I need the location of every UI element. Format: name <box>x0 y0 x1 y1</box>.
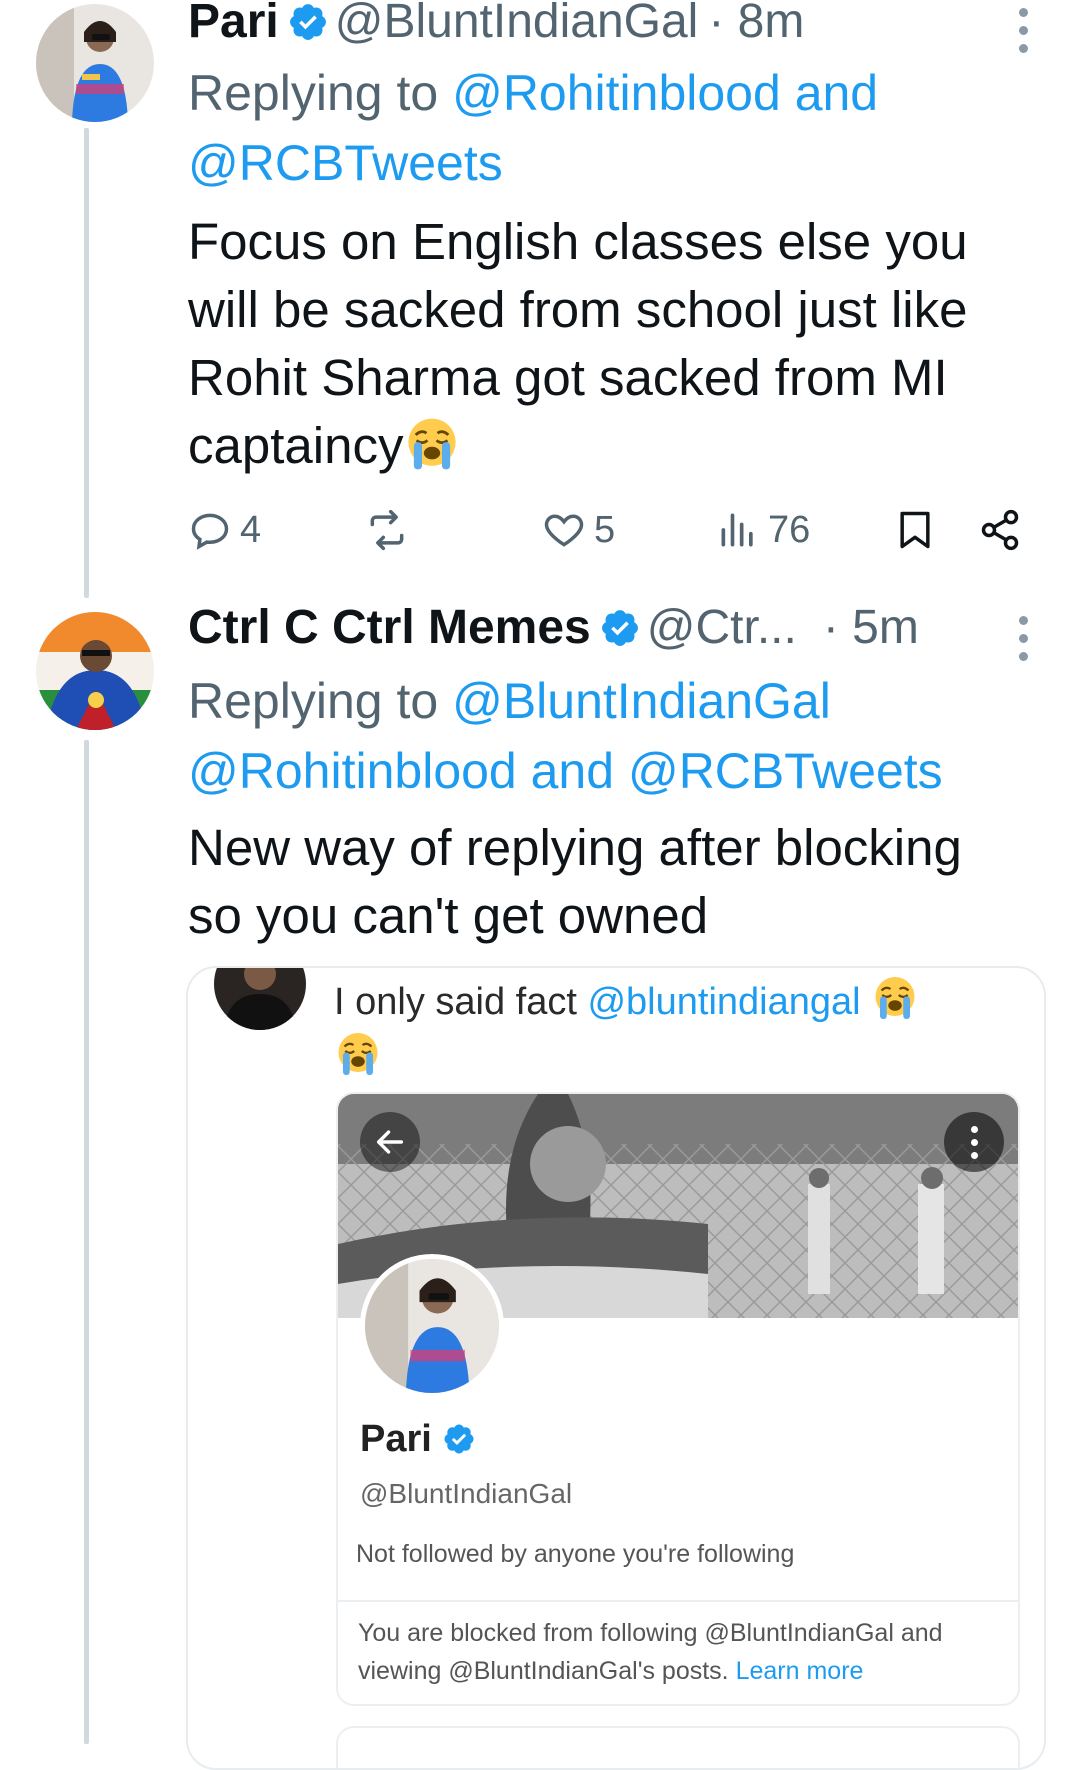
reply-button[interactable]: 4 <box>188 500 261 560</box>
replying-to: Replying to @BluntIndianGal <box>188 673 831 729</box>
avatar[interactable] <box>36 612 154 730</box>
verified-badge-icon <box>601 610 638 646</box>
verified-badge-icon <box>289 4 326 40</box>
loudly-crying-face-emoji <box>874 975 916 1021</box>
tweet-text: Focus on English classes else you will b… <box>188 213 968 474</box>
learn-more-link[interactable]: Learn more <box>736 1657 864 1685</box>
view-count: 76 <box>768 508 811 551</box>
timestamp[interactable]: · 8m <box>708 0 804 48</box>
blocked-profile-card: Pari @BluntIndianGal Not followed by any… <box>336 1092 1020 1706</box>
mention-link[interactable]: @bluntindiangal <box>587 981 860 1023</box>
tweet-text: New way of replying after blocking so yo… <box>188 819 962 944</box>
profile-name: Pari <box>360 1418 476 1461</box>
back-arrow-icon[interactable] <box>360 1112 420 1172</box>
verified-badge-icon <box>444 1424 474 1454</box>
like-button[interactable]: 5 <box>542 500 615 560</box>
quoted-text: I only said fact @bluntindiangal <box>334 974 1014 1086</box>
display-name[interactable]: Pari <box>188 0 279 48</box>
repost-button[interactable] <box>365 500 409 560</box>
reply-count: 4 <box>240 508 262 551</box>
display-name[interactable]: Ctrl C Ctrl Memes <box>188 601 591 654</box>
share-button[interactable] <box>978 500 1022 560</box>
next-card <box>336 1726 1020 1768</box>
blocked-notice: You are blocked from following @BluntInd… <box>358 1619 943 1685</box>
more-options-icon[interactable] <box>1008 8 1038 53</box>
bookmark-icon <box>900 511 930 549</box>
tweet-header: Ctrl C Ctrl Memes @Ctr... · 5m <box>188 600 919 656</box>
like-count: 5 <box>594 508 616 551</box>
more-options-icon[interactable] <box>944 1112 1004 1172</box>
mention-link[interactable]: @BluntIndianGal <box>452 673 831 729</box>
bookmark-button[interactable] <box>893 500 937 560</box>
reply-icon <box>191 513 229 550</box>
replying-to-continued: @RCBTweets <box>188 128 503 198</box>
heart-icon <box>544 514 584 547</box>
avatar[interactable] <box>36 4 154 122</box>
share-icon <box>981 509 1019 551</box>
views-button[interactable]: 76 <box>716 500 810 560</box>
mention-link[interactable]: @RCBTweets <box>188 135 503 191</box>
handle[interactable]: @Ctr... <box>647 601 797 654</box>
divider <box>338 1600 1018 1602</box>
more-options-icon[interactable] <box>1008 616 1038 661</box>
handle[interactable]: @BluntIndianGal <box>335 0 699 48</box>
profile-avatar <box>360 1254 504 1398</box>
tweet-header: Pari @BluntIndianGal · 8m <box>188 0 804 50</box>
embedded-screenshot[interactable]: I only said fact @bluntindiangal Pari @B… <box>186 966 1046 1770</box>
repost-icon <box>370 509 404 551</box>
avatar <box>214 968 306 1030</box>
thread-line <box>84 740 89 1744</box>
loudly-crying-face-emoji <box>337 1031 379 1077</box>
profile-handle: @BluntIndianGal <box>360 1478 573 1509</box>
replying-to: Replying to @Rohitinblood and <box>188 65 879 121</box>
loudly-crying-face-emoji <box>407 417 458 471</box>
followers-you-know: Not followed by anyone you're following <box>356 1540 795 1568</box>
mention-link[interactable]: @Rohitinblood and <box>452 65 878 121</box>
thread-line <box>84 128 89 598</box>
mention-link[interactable]: @Rohitinblood and @RCBTweets <box>188 743 943 799</box>
views-icon <box>721 513 753 547</box>
timestamp[interactable]: · 5m <box>823 601 919 654</box>
replying-to-continued: @Rohitinblood and @RCBTweets <box>188 736 943 806</box>
